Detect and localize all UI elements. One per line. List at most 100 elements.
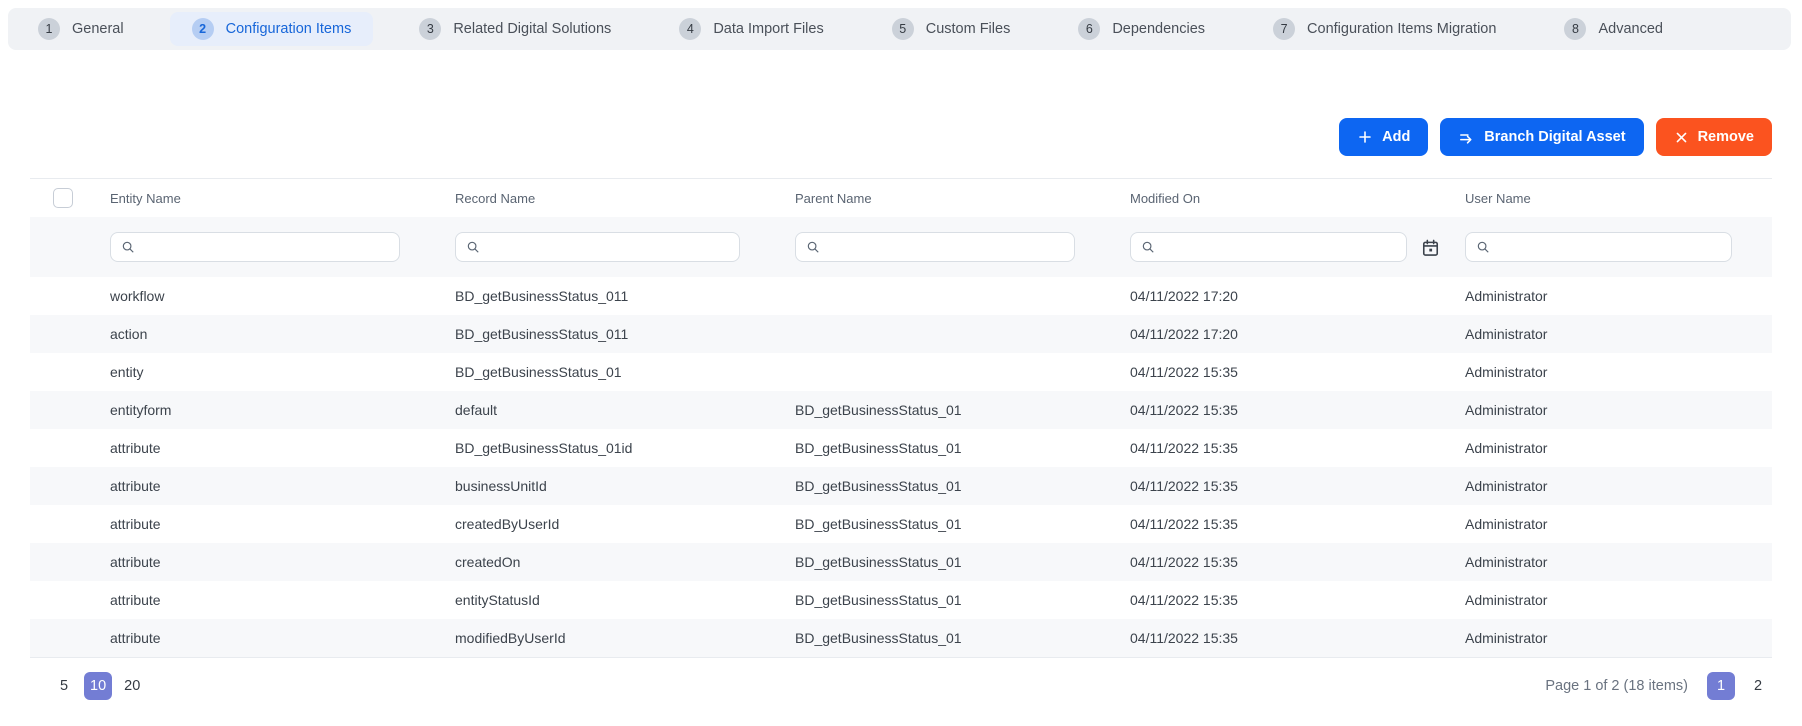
x-icon [1674, 130, 1689, 145]
tab-custom-files[interactable]: 5 Custom Files [870, 12, 1033, 46]
cell-modified: 04/11/2022 15:35 [1130, 478, 1238, 494]
tab-dependencies[interactable]: 6 Dependencies [1056, 12, 1227, 46]
branch-digital-asset-button[interactable]: Branch Digital Asset [1440, 118, 1644, 156]
page-button-2[interactable]: 2 [1744, 672, 1772, 700]
pagination-bar: 5 10 20 Page 1 of 2 (18 items) 1 2 [30, 657, 1772, 713]
page-size-10[interactable]: 10 [84, 671, 113, 700]
column-header-parent-name[interactable]: Parent Name [780, 191, 1115, 206]
modified-on-filter[interactable] [1130, 232, 1407, 262]
search-icon [121, 240, 135, 254]
tab-number-badge: 3 [419, 18, 442, 40]
table-row[interactable]: workflow BD_getBusinessStatus_011 04/11/20… [30, 277, 1772, 315]
cell-user: Administrator [1465, 516, 1548, 532]
cell-record: default [455, 402, 498, 418]
page-button-1[interactable]: 1 [1707, 671, 1735, 700]
column-header-user-name[interactable]: User Name [1450, 191, 1772, 206]
cell-modified: 04/11/2022 15:35 [1130, 630, 1238, 646]
cell-user: Administrator [1465, 326, 1548, 342]
modified-on-filter-input[interactable] [1163, 238, 1396, 256]
cell-entity: attribute [110, 478, 161, 494]
pagination-info: Page 1 of 2 (18 items) [1545, 677, 1688, 694]
cell-user: Administrator [1465, 478, 1548, 494]
cell-parent: BD_getBusinessStatus_01 [795, 630, 962, 646]
cell-entity: entity [110, 364, 144, 380]
configuration-items-table: Entity Name Record Name Parent Name Modi… [30, 178, 1772, 657]
cell-record: modifiedByUserId [455, 630, 566, 646]
cell-user: Administrator [1465, 288, 1548, 304]
cell-modified: 04/11/2022 17:20 [1130, 288, 1238, 304]
filter-cell-record-name [440, 232, 780, 262]
table-row[interactable]: entity BD_getBusinessStatus_01 04/11/2022 … [30, 353, 1772, 391]
cell-entity: attribute [110, 516, 161, 532]
branch-button-label: Branch Digital Asset [1484, 129, 1626, 145]
cell-entity: attribute [110, 554, 161, 570]
page-size-5[interactable]: 5 [50, 672, 78, 700]
cell-entity: workflow [110, 288, 165, 304]
cell-parent: BD_getBusinessStatus_01 [795, 554, 962, 570]
tab-number-badge: 8 [1564, 18, 1587, 40]
column-header-record-name[interactable]: Record Name [440, 191, 780, 206]
parent-name-filter[interactable] [795, 232, 1075, 262]
tab-advanced[interactable]: 8 Advanced [1542, 12, 1685, 46]
record-name-filter[interactable] [455, 232, 740, 262]
table-row[interactable]: attribute createdOn BD_getBusinessStatus_0… [30, 543, 1772, 581]
table-row[interactable]: attribute businessUnitId BD_getBusinessSta… [30, 467, 1772, 505]
remove-button[interactable]: Remove [1655, 118, 1772, 156]
table-row[interactable]: attribute entityStatusId BD_getBusinessSta… [30, 581, 1772, 619]
search-icon [1141, 240, 1155, 254]
user-name-filter-input[interactable] [1498, 238, 1721, 256]
select-all-checkbox[interactable] [52, 188, 73, 208]
cell-user: Administrator [1465, 592, 1548, 608]
tab-number-badge: 7 [1273, 18, 1296, 40]
cell-modified: 04/11/2022 15:35 [1130, 364, 1238, 380]
cell-user: Administrator [1465, 402, 1548, 418]
calendar-icon[interactable] [1421, 238, 1440, 257]
table-row[interactable]: attribute BD_getBusinessStatus_01id BD_get… [30, 429, 1772, 467]
table-body: workflow BD_getBusinessStatus_011 04/11/20… [30, 277, 1772, 657]
plus-icon [1357, 129, 1373, 145]
cell-record: entityStatusId [455, 592, 540, 608]
cell-entity: attribute [110, 630, 161, 646]
cell-parent: BD_getBusinessStatus_01 [795, 592, 962, 608]
page-navigator: Page 1 of 2 (18 items) 1 2 [1545, 671, 1772, 700]
table-row[interactable]: entityform default BD_getBusinessStatus_01… [30, 391, 1772, 429]
table-row[interactable]: attribute modifiedByUserId BD_getBusinessS… [30, 619, 1772, 657]
cell-modified: 04/11/2022 15:35 [1130, 592, 1238, 608]
tab-label: Related Digital Solutions [453, 21, 612, 37]
cell-parent: BD_getBusinessStatus_01 [795, 402, 962, 418]
table-row[interactable]: attribute createdByUserId BD_getBusinessSt… [30, 505, 1772, 543]
cell-entity: action [110, 326, 148, 342]
table-header-row: Entity Name Record Name Parent Name Modi… [30, 179, 1772, 217]
cell-parent: BD_getBusinessStatus_01 [795, 478, 962, 494]
column-header-entity-name[interactable]: Entity Name [95, 191, 440, 206]
tab-related-digital-solutions[interactable]: 3 Related Digital Solutions [397, 12, 633, 46]
tab-data-import-files[interactable]: 4 Data Import Files [657, 12, 845, 46]
parent-name-filter-input[interactable] [828, 238, 1064, 256]
user-name-filter[interactable] [1465, 232, 1732, 262]
tab-label: General [72, 21, 124, 37]
search-icon [806, 240, 820, 254]
tab-number-badge: 1 [38, 18, 60, 40]
entity-name-filter-input[interactable] [143, 238, 389, 256]
cell-modified: 04/11/2022 15:35 [1130, 554, 1238, 570]
entity-name-filter[interactable] [110, 232, 400, 262]
tab-number-badge: 2 [191, 18, 214, 40]
cell-user: Administrator [1465, 630, 1548, 646]
tab-configuration-items-migration[interactable]: 7 Configuration Items Migration [1251, 12, 1518, 46]
configuration-items-page: 1 General 2 Configuration Items 3 Related Dig… [0, 8, 1802, 713]
cell-parent: BD_getBusinessStatus_01 [795, 440, 962, 456]
cell-entity: entityform [110, 402, 172, 418]
cell-user: Administrator [1465, 440, 1548, 456]
tab-configuration-items[interactable]: 2 Configuration Items [169, 12, 374, 46]
branch-icon [1458, 129, 1475, 146]
record-name-filter-input[interactable] [488, 238, 729, 256]
tab-general[interactable]: 1 General [16, 12, 146, 46]
add-button-label: Add [1382, 129, 1411, 145]
add-button[interactable]: Add [1339, 118, 1429, 156]
table-row[interactable]: action BD_getBusinessStatus_011 04/11/2022… [30, 315, 1772, 353]
tab-label: Dependencies [1112, 21, 1206, 37]
filter-cell-user-name [1450, 232, 1772, 262]
column-header-modified-on[interactable]: Modified On [1115, 191, 1450, 206]
cell-record: BD_getBusinessStatus_01 [455, 364, 622, 380]
page-size-20[interactable]: 20 [118, 672, 146, 700]
